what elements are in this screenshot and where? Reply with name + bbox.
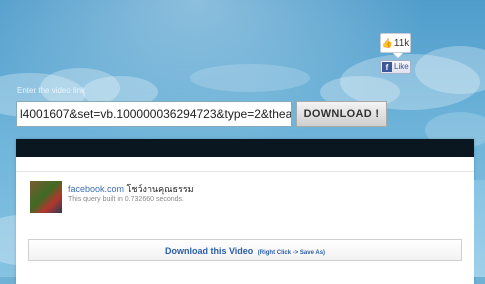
divider (16, 171, 474, 172)
thumbs-up-icon: 👍 (381, 38, 393, 48)
video-thumbnail (30, 181, 62, 213)
video-url-input[interactable]: l4001607&set=vb.100000036294723&type=2&t… (16, 101, 292, 127)
download-button[interactable]: DOWNLOAD ! (296, 101, 387, 127)
page-name: โชว์งานคุณธรรม (126, 184, 194, 194)
download-video-link[interactable]: Download this Video (Right Click -> Save… (28, 239, 462, 261)
like-button-label: Like (394, 62, 409, 71)
url-field-label: Enter the video link (17, 86, 86, 95)
download-video-label[interactable]: Download this Video (165, 246, 253, 256)
download-hint: (Right Click -> Save As) (257, 250, 326, 256)
facebook-like-button[interactable]: f Like (380, 60, 411, 74)
like-count-box: 👍11k (380, 33, 411, 58)
right-edge-background (474, 180, 485, 277)
result-header-bar (16, 139, 474, 157)
like-count: 11k (393, 38, 410, 49)
facebook-f-icon: f (382, 62, 392, 72)
query-time-text: This query built in 0.732660 seconds. (68, 196, 184, 203)
result-panel: facebook.com โชว์งานคุณธรรม This query b… (16, 139, 474, 284)
page-info: facebook.com โชว์งานคุณธรรม (68, 182, 194, 196)
page-domain-link[interactable]: facebook.com (68, 184, 124, 194)
